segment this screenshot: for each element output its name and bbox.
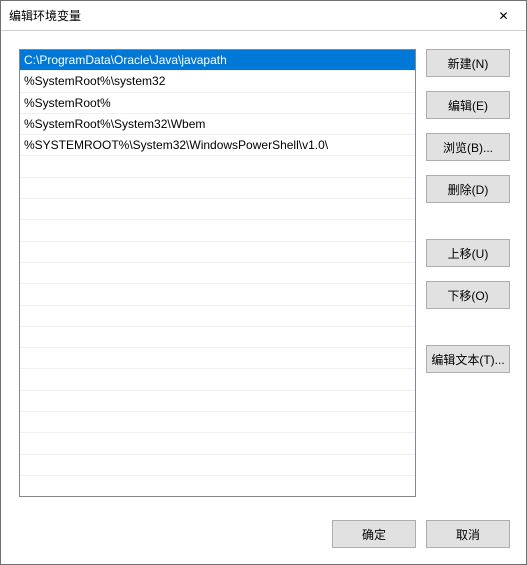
browse-button[interactable]: 浏览(B)...	[426, 133, 510, 161]
cancel-button[interactable]: 取消	[426, 520, 510, 548]
list-item[interactable]	[20, 242, 415, 263]
list-item[interactable]: %SystemRoot%\System32\Wbem	[20, 114, 415, 135]
move-down-button[interactable]: 下移(O)	[426, 281, 510, 309]
list-item[interactable]	[20, 327, 415, 348]
list-item[interactable]	[20, 306, 415, 327]
list-item[interactable]: %SYSTEMROOT%\System32\WindowsPowerShell\…	[20, 135, 415, 156]
side-button-column: 新建(N) 编辑(E) 浏览(B)... 删除(D) 上移(U) 下移(O) 编…	[426, 49, 510, 504]
list-item[interactable]: C:\ProgramData\Oracle\Java\javapath	[20, 50, 415, 71]
list-item[interactable]	[20, 476, 415, 497]
list-item[interactable]	[20, 455, 415, 476]
list-item[interactable]	[20, 263, 415, 284]
close-button[interactable]: ✕	[481, 1, 526, 30]
window-title: 编辑环境变量	[9, 7, 81, 24]
list-item[interactable]	[20, 391, 415, 412]
list-item[interactable]	[20, 199, 415, 220]
list-item[interactable]: %SystemRoot%	[20, 93, 415, 114]
list-item[interactable]	[20, 178, 415, 199]
list-item[interactable]: %SystemRoot%\system32	[20, 71, 415, 92]
edit-text-button[interactable]: 编辑文本(T)...	[426, 345, 510, 373]
list-item[interactable]	[20, 156, 415, 177]
main-row: C:\ProgramData\Oracle\Java\javapath%Syst…	[19, 49, 510, 504]
list-item[interactable]	[20, 348, 415, 369]
list-item[interactable]	[20, 412, 415, 433]
ok-button[interactable]: 确定	[332, 520, 416, 548]
titlebar: 编辑环境变量 ✕	[1, 1, 526, 31]
path-listbox[interactable]: C:\ProgramData\Oracle\Java\javapath%Syst…	[19, 49, 416, 497]
list-item[interactable]	[20, 220, 415, 241]
edit-button[interactable]: 编辑(E)	[426, 91, 510, 119]
list-item[interactable]	[20, 369, 415, 390]
list-item[interactable]	[20, 433, 415, 454]
env-var-edit-dialog: 编辑环境变量 ✕ C:\ProgramData\Oracle\Java\java…	[0, 0, 527, 565]
move-up-button[interactable]: 上移(U)	[426, 239, 510, 267]
delete-button[interactable]: 删除(D)	[426, 175, 510, 203]
new-button[interactable]: 新建(N)	[426, 49, 510, 77]
list-item[interactable]	[20, 284, 415, 305]
dialog-bottom-row: 确定 取消	[19, 504, 510, 548]
close-icon: ✕	[498, 9, 508, 23]
client-area: C:\ProgramData\Oracle\Java\javapath%Syst…	[1, 31, 526, 564]
